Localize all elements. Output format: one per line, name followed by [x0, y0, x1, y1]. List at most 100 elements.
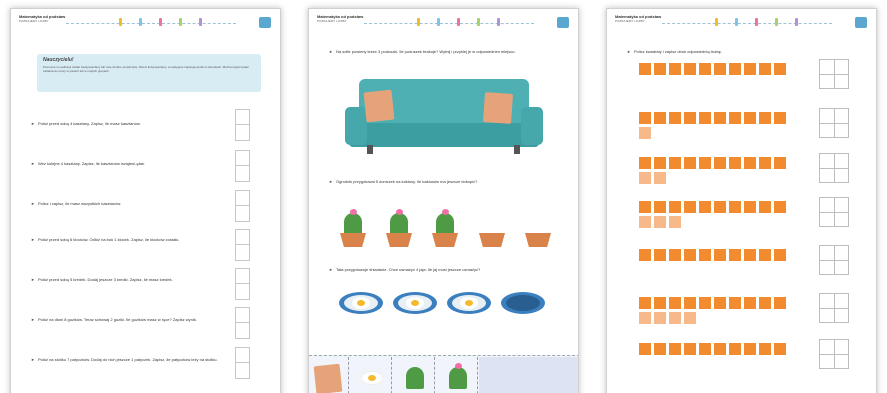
- orange-square: [639, 201, 651, 213]
- plate-with-egg-icon: [447, 292, 491, 314]
- flag-icon: [159, 18, 162, 26]
- flag-icon: [715, 18, 718, 26]
- orange-square: [699, 343, 711, 355]
- pillow-icon: [482, 92, 514, 124]
- orange-square: [669, 343, 681, 355]
- answer-grid[interactable]: [819, 245, 849, 275]
- flag-icon: [199, 18, 202, 26]
- orange-square: [714, 249, 726, 261]
- orange-square: [774, 201, 786, 213]
- flag-icon: [755, 18, 758, 26]
- orange-square: [684, 297, 696, 309]
- header-subtitle: POZNAJEMY LICZBY: [317, 19, 347, 23]
- orange-square: [744, 112, 756, 124]
- answer-box[interactable]: [235, 268, 250, 300]
- answer-box[interactable]: [235, 347, 250, 379]
- orange-square: [669, 249, 681, 261]
- task-text: Połóż przed sobą 4 kasztany. Zapisz, ile…: [37, 121, 141, 126]
- sofa-leg: [367, 145, 373, 154]
- task-text: Połóż przed sobą 6 klocków. Odłóż na bok…: [37, 237, 180, 242]
- flower-icon: [442, 209, 449, 215]
- task-text: Połóż przed sobą 5 kredek. Dodaj jeszcze…: [37, 277, 173, 282]
- answer-box[interactable]: [235, 307, 250, 339]
- orange-square: [639, 63, 651, 75]
- orange-square: [759, 63, 771, 75]
- answer-box[interactable]: [235, 150, 250, 182]
- light-orange-square: [639, 216, 651, 228]
- orange-square: [744, 63, 756, 75]
- cactus-icon: [390, 213, 408, 235]
- flag-icon: [437, 18, 440, 26]
- answer-grid[interactable]: [819, 293, 849, 323]
- orange-square: [759, 343, 771, 355]
- task-text: Na sofie powinny leżeć 3 poduszki. Ile p…: [335, 49, 516, 54]
- worksheet-page-3: Matematyka od podstaw POZNAJEMY LICZBY ►…: [606, 8, 877, 393]
- pillow-icon: [363, 89, 395, 123]
- orange-square: [669, 201, 681, 213]
- orange-square: [684, 343, 696, 355]
- answer-grid[interactable]: [819, 339, 849, 369]
- light-orange-square: [654, 216, 666, 228]
- light-orange-square: [684, 312, 696, 324]
- flag-icon: [457, 18, 460, 26]
- cutout-cell[interactable]: [438, 357, 478, 393]
- sofa-arm: [521, 107, 543, 145]
- arrow-bullet-icon: ►: [329, 179, 333, 184]
- flag-icon: [775, 18, 778, 26]
- orange-square: [774, 297, 786, 309]
- pot-icon: [386, 233, 412, 247]
- orange-square: [774, 63, 786, 75]
- flag-icon: [119, 18, 122, 26]
- orange-square: [714, 297, 726, 309]
- orange-square: [714, 201, 726, 213]
- answer-grid[interactable]: [819, 59, 849, 89]
- flag-icon: [497, 18, 500, 26]
- orange-square: [744, 343, 756, 355]
- orange-square: [654, 112, 666, 124]
- orange-square: [669, 112, 681, 124]
- task-item: ► Policz kwadraty i zapisz obok odpowiedn…: [627, 49, 867, 55]
- light-orange-square: [669, 312, 681, 324]
- light-orange-square: [654, 312, 666, 324]
- orange-square: [684, 157, 696, 169]
- task-text: Ogrodnik przygotował 5 doniczek na kaktu…: [335, 179, 478, 184]
- orange-square: [669, 157, 681, 169]
- orange-square: [744, 297, 756, 309]
- orange-square: [684, 201, 696, 213]
- task-item: ► Połóż przed sobą 6 klocków. Odłóż na bo…: [31, 237, 231, 243]
- empty-plate-icon: [501, 292, 545, 314]
- header-subtitle: POZNAJEMY LICZBY: [615, 19, 645, 23]
- task-text: Połóż na dłoni 8 guzików. Teraz schowaj …: [37, 317, 197, 322]
- orange-square: [729, 157, 741, 169]
- flag-icon: [735, 18, 738, 26]
- flag-icon: [795, 18, 798, 26]
- flag-icon: [417, 18, 420, 26]
- orange-square: [759, 157, 771, 169]
- light-orange-square: [639, 127, 651, 139]
- orange-square: [774, 249, 786, 261]
- answer-box[interactable]: [235, 190, 250, 222]
- answer-box[interactable]: [235, 229, 250, 261]
- orange-square: [729, 343, 741, 355]
- cutout-cell[interactable]: [309, 357, 349, 393]
- page-header: Matematyka od podstaw POZNAJEMY LICZBY: [607, 9, 876, 37]
- answer-grid[interactable]: [819, 153, 849, 183]
- header-subtitle: POZNAJEMY LICZBY: [19, 19, 49, 23]
- page-badge-icon: [855, 17, 867, 28]
- orange-square: [639, 343, 651, 355]
- light-orange-square: [639, 172, 651, 184]
- orange-square: [729, 112, 741, 124]
- orange-square: [729, 249, 741, 261]
- task-text: Policz i zapisz, ile masz wszystkich kas…: [37, 201, 122, 206]
- arrow-bullet-icon: ►: [627, 49, 631, 54]
- header-divider: [66, 23, 236, 24]
- answer-grid[interactable]: [819, 108, 849, 138]
- orange-square: [684, 63, 696, 75]
- page-header: Matematyka od podstaw POZNAJEMY LICZBY: [11, 9, 280, 37]
- cutout-cell[interactable]: [395, 357, 435, 393]
- answer-box[interactable]: [235, 109, 250, 141]
- answer-grid[interactable]: [819, 197, 849, 227]
- flower-icon: [455, 363, 462, 369]
- header-divider: [364, 23, 534, 24]
- cutout-cell[interactable]: [352, 357, 392, 393]
